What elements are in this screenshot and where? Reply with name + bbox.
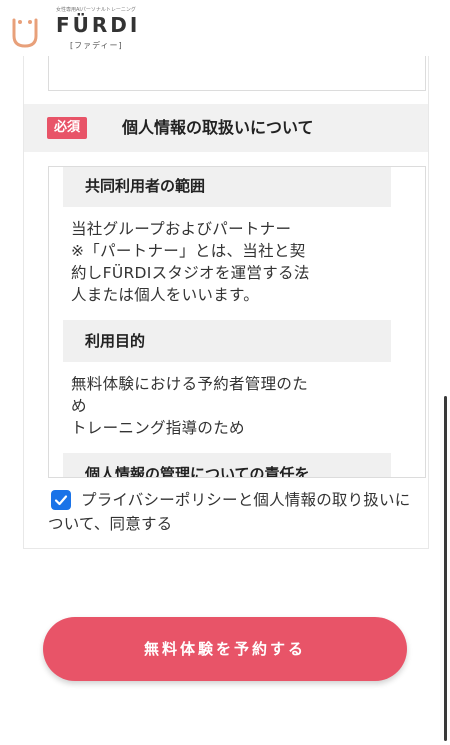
privacy-heading-purpose: 利用目的 xyxy=(63,320,391,362)
logo-wordmark: FÜRDI xyxy=(56,13,141,37)
reserve-trial-button[interactable]: 無料体験を予約する xyxy=(43,617,407,681)
privacy-heading-scope: 共同利用者の範囲 xyxy=(63,167,391,207)
privacy-line: 当社グループおよびパートナー xyxy=(71,220,292,238)
logo-mark-icon xyxy=(12,18,38,48)
privacy-line: 無料体験における予約者管理のた xyxy=(71,375,309,393)
agreement-checkbox[interactable] xyxy=(51,490,71,510)
page-scrollbar[interactable] xyxy=(444,396,447,741)
privacy-line: ※「パートナー」とは、当社と契 xyxy=(71,242,306,260)
brand-logo[interactable]: 女性専用AIパーソナルトレーニング FÜRDI [ファディー] xyxy=(8,2,168,54)
privacy-scroll-box[interactable]: 共同利用者の範囲 当社グループおよびパートナー ※「パートナー」とは、当社と契 … xyxy=(48,166,426,478)
privacy-body-purpose: 無料体験における予約者管理のた め トレーニング指導のため xyxy=(63,362,391,453)
form-card: 必須 個人情報の取扱いについて 共同利用者の範囲 当社グループおよびパートナー … xyxy=(23,56,429,549)
logo-reading: [ファディー] xyxy=(70,41,123,50)
checkmark-icon xyxy=(54,495,68,506)
privacy-line: トレーニング指導のため xyxy=(71,419,245,437)
privacy-line: 約しFÜRDIスタジオを運営する法 xyxy=(71,264,310,282)
privacy-body-scope: 当社グループおよびパートナー ※「パートナー」とは、当社と契 約しFÜRDIスタ… xyxy=(63,207,391,320)
privacy-line: 人または個人をいいます。 xyxy=(71,286,260,304)
logo-tagline: 女性専用AIパーソナルトレーニング xyxy=(56,7,136,13)
required-badge: 必須 xyxy=(47,117,88,139)
section-title: 個人情報の取扱いについて xyxy=(122,118,314,137)
previous-textarea[interactable] xyxy=(48,56,426,91)
page: 女性専用AIパーソナルトレーニング FÜRDI [ファディー] 必須 個人情報の… xyxy=(0,0,450,745)
agreement-label[interactable]: プライバシーポリシーと個人情報の取り扱いについて、同意する xyxy=(48,488,424,536)
privacy-heading-responsibility: 個人情報の管理についての責任を xyxy=(63,453,391,477)
privacy-section-header: 必須 個人情報の取扱いについて xyxy=(24,104,428,152)
privacy-line: め xyxy=(71,397,87,415)
